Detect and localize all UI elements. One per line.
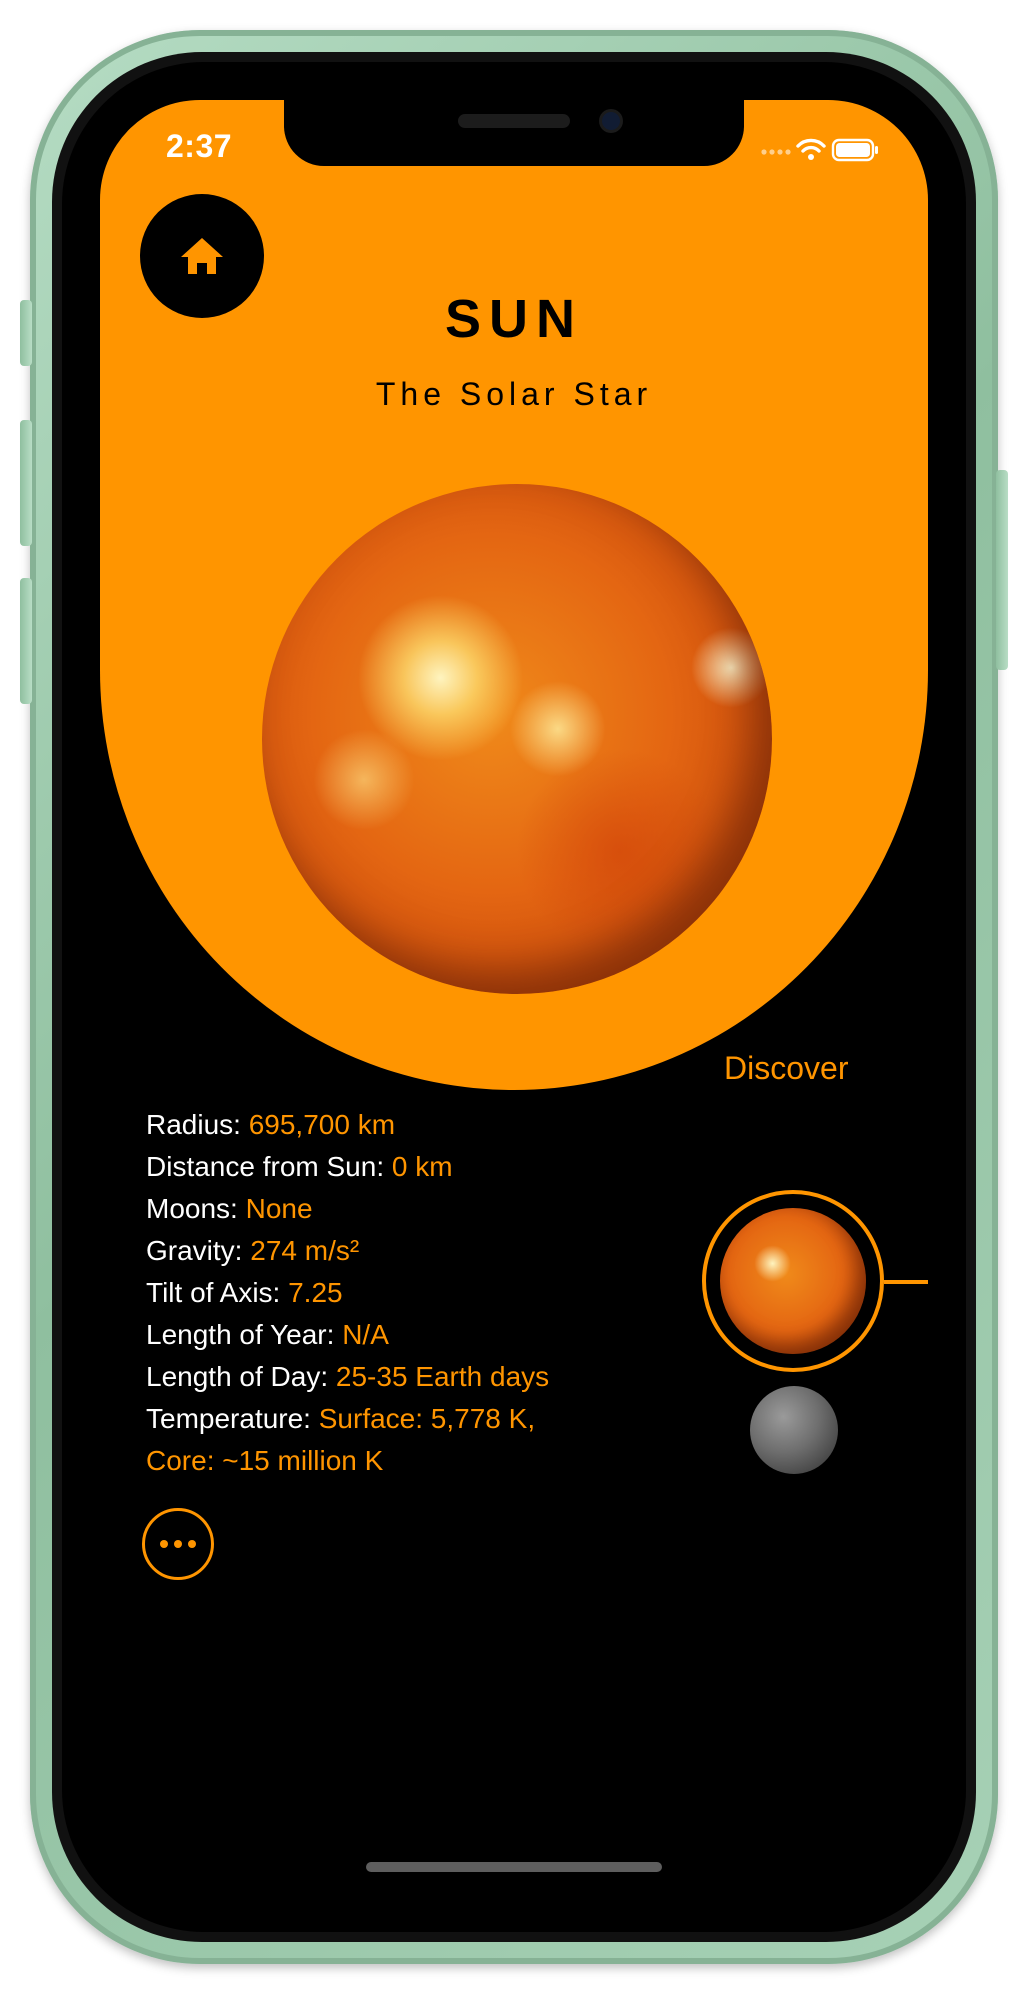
ellipsis-icon — [157, 1540, 199, 1548]
fact-value: 25-35 Earth days — [335, 1361, 550, 1392]
notch — [284, 100, 744, 166]
page-title: SUN — [444, 289, 583, 349]
fact-value-line2: Core: ~15 million K — [146, 1445, 384, 1476]
home-indicator[interactable] — [366, 1862, 662, 1872]
status-icons — [760, 136, 880, 162]
fact-label: Distance from Sun: — [146, 1151, 385, 1182]
fact-distance: Distance from Sun: 0 km — [146, 1146, 666, 1188]
battery-icon — [831, 138, 878, 162]
page-subtitle: The Solar Star — [375, 376, 653, 412]
fact-value: 7.25 — [288, 1277, 343, 1308]
front-camera — [602, 112, 620, 130]
sun-3d-model[interactable] — [262, 484, 772, 994]
fact-label: Tilt of Axis: — [146, 1277, 281, 1308]
status-time: 2:37 — [166, 128, 233, 164]
fact-gravity: Gravity: 274 m/s² — [146, 1230, 666, 1272]
fact-tilt: Tilt of Axis: 7.25 — [146, 1272, 666, 1314]
fact-temperature: Temperature: Surface: 5,778 K, — [146, 1398, 666, 1440]
signal-icon — [761, 138, 878, 162]
home-icon — [181, 238, 223, 274]
app-screen: 2:37 SUN The Solar Star Discover Radius:… — [100, 100, 928, 1892]
phone-side-button — [20, 578, 32, 704]
fact-radius: Radius: 695,700 km — [146, 1104, 666, 1146]
fact-value: 274 m/s² — [250, 1235, 360, 1266]
fact-label: Temperature: — [146, 1403, 311, 1434]
speaker — [458, 114, 570, 128]
planet-thumb-mercury[interactable] — [750, 1386, 838, 1474]
more-button[interactable] — [142, 1508, 214, 1580]
phone-side-button — [20, 420, 32, 546]
selection-indicator — [884, 1280, 928, 1284]
fact-day: Length of Day: 25-35 Earth days — [146, 1356, 666, 1398]
fact-year: Length of Year: N/A — [146, 1314, 666, 1356]
fact-moons: Moons: None — [146, 1188, 666, 1230]
fact-value: 0 km — [391, 1151, 453, 1182]
phone-side-button — [996, 470, 1008, 670]
fact-value: N/A — [342, 1319, 389, 1350]
facts-list: Radius: 695,700 km Distance from Sun: 0 … — [146, 1104, 666, 1482]
fact-label: Length of Day: — [146, 1361, 329, 1392]
wifi-icon — [796, 138, 826, 160]
planet-thumb-sun[interactable] — [720, 1208, 866, 1354]
fact-label: Radius: — [146, 1109, 241, 1140]
fact-label: Length of Year: — [146, 1319, 335, 1350]
phone-side-button — [20, 300, 32, 366]
fact-value: 695,700 km — [248, 1109, 396, 1140]
fact-value: Surface: 5,778 K, — [318, 1403, 536, 1434]
discover-label[interactable]: Discover — [724, 1050, 848, 1087]
fact-label: Gravity: — [146, 1235, 243, 1266]
fact-label: Moons: — [146, 1193, 238, 1224]
fact-value: None — [245, 1193, 313, 1224]
